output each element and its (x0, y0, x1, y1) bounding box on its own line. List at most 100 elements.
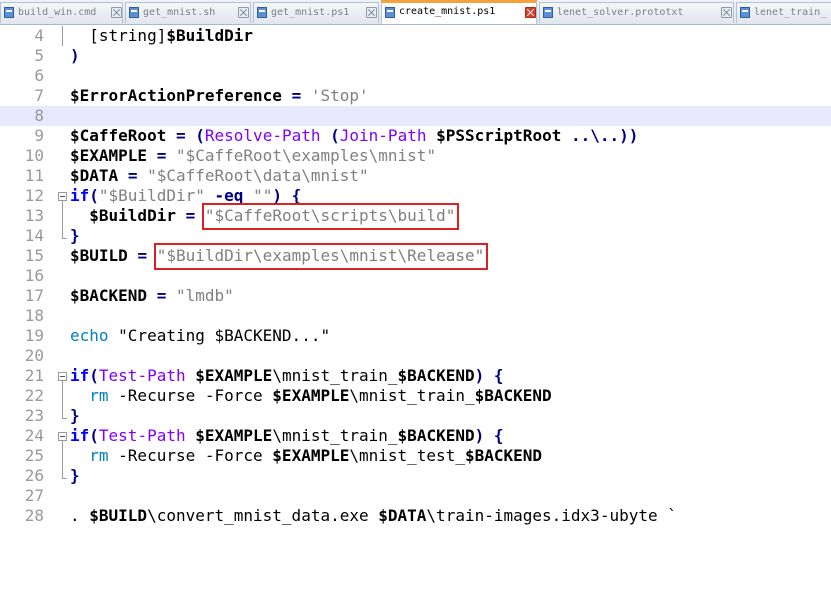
code-line[interactable]: 26} (0, 466, 831, 486)
code-text: if(Test-Path $EXAMPLE\mnist_train_$BACKE… (70, 426, 504, 446)
code-token: ) (70, 46, 80, 65)
close-tab-icon[interactable] (721, 7, 732, 18)
code-token: ) (474, 426, 485, 445)
tab-get-mnist-sh[interactable]: get_mnist.sh (125, 2, 251, 23)
code-token: $EXAMPLE (195, 426, 273, 445)
line-number: 13 (24, 206, 44, 225)
fold-toggle-icon[interactable] (56, 426, 68, 446)
code-line[interactable]: 6 (0, 66, 831, 86)
code-text: $BACKEND = "lmdb" (70, 286, 234, 306)
code-line[interactable]: 18 (0, 306, 831, 326)
code-line[interactable]: 16 (0, 266, 831, 286)
code-line[interactable]: 21 if(Test-Path $EXAMPLE\mnist_train_$BAC… (0, 366, 831, 386)
close-tab-icon[interactable] (366, 7, 377, 18)
code-token: "$CaffeRoot\examples\mnist" (175, 146, 437, 165)
code-token: $BACKEND (70, 286, 148, 305)
code-text: $EXAMPLE = "$CaffeRoot\examples\mnist" (70, 146, 436, 166)
line-number: 25 (24, 446, 44, 465)
code-token: . (70, 506, 90, 525)
code-line[interactable]: 9 $CaffeRoot = (Resolve-Path (Join-Path $… (0, 126, 831, 146)
code-line[interactable]: 14} (0, 226, 831, 246)
code-line[interactable]: 28 . $BUILD\convert_mnist_data.exe $DATA\… (0, 506, 831, 526)
code-token: \mnist_train_ (349, 386, 475, 405)
code-line[interactable]: 20 (0, 346, 831, 366)
code-token: $EXAMPLE (272, 386, 350, 405)
code-token: "$CaffeRoot\scripts\build" (204, 206, 456, 225)
code-line[interactable]: 10 $EXAMPLE = "$CaffeRoot\examples\mnist" (0, 146, 831, 166)
close-tab-icon[interactable] (238, 7, 249, 18)
close-tab-icon[interactable] (525, 7, 536, 18)
tab-lenet-solver-prototxt[interactable]: lenet_solver.prototxt (539, 2, 734, 23)
code-text: [string]$BuildDir (70, 26, 253, 46)
line-number: 28 (24, 506, 44, 525)
fold-guide (56, 226, 68, 246)
code-line[interactable]: 19 echo "Creating $BACKEND..." (0, 326, 831, 346)
code-line[interactable]: 13 $BuildDir = "$CaffeRoot\scripts\build… (0, 206, 831, 226)
code-token: "$CaffeRoot\data\mnist" (147, 166, 369, 185)
code-token: $BACKEND (397, 366, 475, 385)
code-line[interactable]: 4 [string]$BuildDir (0, 26, 831, 46)
file-icon (740, 7, 750, 18)
code-token: $ErrorActionPreference (70, 86, 282, 105)
code-token: $DATA (378, 506, 427, 525)
fold-toggle-icon[interactable] (56, 186, 68, 206)
code-token: $BACKEND (397, 426, 475, 445)
code-token: \train-images.idx3-ubyte ` (426, 506, 677, 525)
tab-create-mnist-ps1[interactable]: create_mnist.ps1 (381, 0, 537, 24)
code-token: ( (89, 366, 99, 385)
code-text: if("$BuildDir" -eq "") { (70, 186, 301, 206)
code-text: rm -Recurse -Force $EXAMPLE\mnist_train_… (70, 386, 551, 406)
close-tab-icon[interactable] (111, 7, 122, 18)
code-line[interactable]: 11 $DATA = "$CaffeRoot\data\mnist" (0, 166, 831, 186)
code-text: . $BUILD\convert_mnist_data.exe $DATA\tr… (70, 506, 677, 526)
file-icon (129, 7, 139, 18)
code-line[interactable]: 8 (0, 106, 831, 126)
tab-lenet-train-[interactable]: lenet_train_ (736, 2, 831, 23)
tab-get-mnist-ps1[interactable]: get_mnist.ps1 (253, 2, 379, 23)
code-token: $BuildDir (89, 206, 176, 225)
code-line[interactable]: 27 (0, 486, 831, 506)
code-line[interactable]: 24 if(Test-Path $EXAMPLE\mnist_train_$BAC… (0, 426, 831, 446)
code-token: rm (89, 446, 109, 465)
line-number: 22 (24, 386, 44, 405)
file-icon (257, 7, 267, 18)
code-line[interactable]: 7 $ErrorActionPreference = 'Stop' (0, 86, 831, 106)
line-number: 15 (24, 246, 44, 265)
code-line[interactable]: 12 if("$BuildDir" -eq "") { (0, 186, 831, 206)
code-line[interactable]: 22 rm -Recurse -Force $EXAMPLE\mnist_tra… (0, 386, 831, 406)
line-number: 17 (24, 286, 44, 305)
code-text: $CaffeRoot = (Resolve-Path (Join-Path $P… (70, 126, 638, 146)
code-token: $BACKEND (464, 446, 543, 465)
code-text: $BUILD = "$BuildDir\examples\mnist\Relea… (70, 246, 484, 266)
code-token: if (70, 366, 90, 385)
tab-label: create_mnist.ps1 (399, 6, 496, 17)
code-line[interactable]: 15 $BUILD = "$BuildDir\examples\mnist\Rel… (0, 246, 831, 266)
tab-build-win-cmd[interactable]: build_win.cmd (0, 2, 123, 23)
code-line[interactable]: 5) (0, 46, 831, 66)
code-token: "lmdb" (175, 286, 234, 305)
code-line[interactable]: 23} (0, 406, 831, 426)
code-token: \mnist_train_ (272, 366, 398, 385)
code-editor[interactable]: 4 [string]$BuildDir 5) 6 7 $ErrorActionPrefe… (0, 25, 831, 603)
fold-toggle-icon[interactable] (56, 366, 68, 386)
code-line[interactable]: 25 rm -Recurse -Force $EXAMPLE\mnist_tes… (0, 446, 831, 466)
code-text: $DATA = "$CaffeRoot\data\mnist" (70, 166, 369, 186)
code-token: $CaffeRoot (70, 126, 167, 145)
line-number: 10 (24, 146, 44, 165)
code-line[interactable]: 17 $BACKEND = "lmdb" (0, 286, 831, 306)
code-text: } (70, 406, 80, 426)
code-token: } (70, 226, 80, 245)
